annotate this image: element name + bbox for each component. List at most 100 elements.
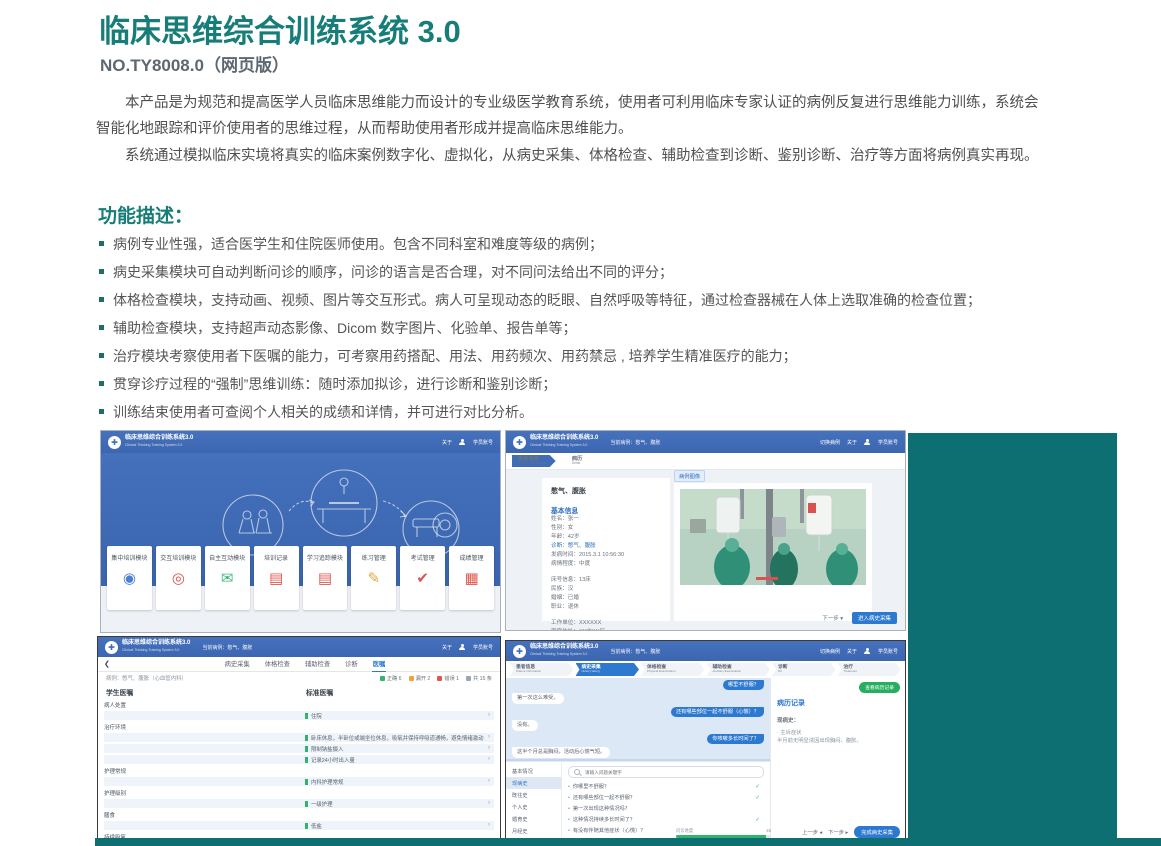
question-text: 第一次出现这种情况吗？ [573, 805, 630, 812]
app-brand-en: Clinical Thinking Training System 3.0 [122, 648, 179, 652]
question-text: 你哪里不舒服？ [573, 783, 609, 790]
case-step-chip[interactable]: 患者信息 Patient Information [512, 455, 556, 467]
next-step-link[interactable]: 下一步 ▾ [822, 614, 843, 622]
about-link[interactable]: 关于 [847, 439, 857, 446]
about-link[interactable]: 关于 [442, 644, 452, 651]
chat-bubble[interactable]: 这半个月总是胸闷，活动后心慌气短。 [512, 747, 610, 758]
chevron-right-icon[interactable]: › [488, 734, 490, 741]
dashboard-module-card[interactable]: 成绩管理 ▦ [449, 546, 494, 610]
order-item-bar[interactable]: 低盐 › [104, 821, 494, 830]
order-item-bar[interactable]: 限制钠盐摄入 › [104, 744, 494, 753]
user-link[interactable]: 学员账号 [878, 648, 898, 655]
order-item-text: 低盐 [311, 822, 322, 830]
exam-step-chip[interactable]: 患者信息 Patient Information [510, 663, 574, 676]
order-group-label: 护理常规 [104, 767, 494, 775]
prev-step-link[interactable]: 上一步 ◂ [802, 828, 822, 836]
question-item[interactable]: • 这种情况持续多长时间了？ ✓ [568, 814, 764, 825]
module-card-label: 集中培训模块 [111, 553, 147, 562]
question-category[interactable]: 月经史 [506, 825, 561, 837]
feature-item: 辅助检查模块，支持超声动态影像、Dicom 数字图片、化验单、报告单等； [99, 318, 1049, 338]
start-history-button[interactable]: 进入病史采集 [852, 612, 897, 624]
chevron-right-icon[interactable]: › [488, 822, 490, 829]
search-icon [574, 769, 580, 775]
result-info-row: 病例：憋气、腹胀（心血管内科） 正确 6 漏开 2 错误 [106, 674, 492, 682]
question-item[interactable]: • 你哪里不舒服？ ✓ [568, 781, 764, 792]
dashboard-module-card[interactable]: 培训记录 ▤ [254, 546, 299, 610]
result-tab[interactable]: 诊断 [344, 656, 359, 672]
teal-sidebar-block [908, 433, 1117, 846]
exam-step-chip[interactable]: 治疗 Treatment [838, 663, 902, 676]
question-category[interactable]: 婚育史 [506, 813, 561, 825]
chat-bubble[interactable]: 哪里不舒服？ [723, 680, 764, 691]
dashboard-module-card[interactable]: 交互培训模块 ◎ [156, 546, 201, 610]
exam-step-chip[interactable]: 病史采集 History taking [576, 663, 640, 676]
search-input[interactable] [583, 769, 758, 776]
order-item-bar[interactable]: 住院 › [104, 711, 494, 720]
chevron-right-icon[interactable]: › [488, 756, 490, 763]
case-step-chip[interactable]: 病历 Detail [566, 455, 593, 467]
switch-case-link[interactable]: 切换病例 [820, 648, 840, 655]
question-category[interactable]: 个人史 [506, 801, 561, 813]
chevron-right-icon[interactable]: › [488, 778, 490, 785]
order-item-bar[interactable]: 卧床休息，半卧位或端坐位休息，吸氧并保持呼吸道通畅，避免情绪激动 › [104, 733, 494, 742]
app-brand-en: Clinical Thinking Training System 3.0 [125, 443, 182, 447]
case-title: 憋气、腹胀 [551, 486, 661, 496]
result-tab[interactable]: 体格检查 [264, 656, 291, 672]
app-brand: 临床思维综合训练系统3.0 Clinical Thinking Training… [530, 644, 598, 658]
about-link[interactable]: 关于 [847, 648, 857, 655]
user-link[interactable]: 学员账号 [473, 644, 493, 651]
dashboard-module-card[interactable]: 自主互动模块 ✉ [205, 546, 250, 610]
order-item-bar[interactable]: 记录24小时出入量 › [104, 755, 494, 764]
correct-marker [305, 713, 308, 719]
chevron-right-icon[interactable]: › [488, 745, 490, 752]
basic-info-heading: 基本信息 [551, 505, 661, 515]
asked-check-icon: ✓ [755, 795, 760, 801]
dashboard-module-card[interactable]: 学习追踪模块 ▤ [303, 546, 348, 610]
dashboard-module-card[interactable]: 集中培训模块 ◉ [107, 546, 152, 610]
dashboard-module-card[interactable]: 练习管理 ✎ [351, 546, 396, 610]
exam-step-chip[interactable]: 体格检查 Physical Examination [641, 663, 705, 676]
exam-step-chip[interactable]: 诊断 DX [772, 663, 836, 676]
user-link[interactable]: 学员账号 [878, 439, 898, 446]
chat-bubble[interactable]: 没有。 [512, 720, 538, 731]
chevron-right-icon[interactable]: › [488, 800, 490, 807]
question-text: 还有哪些部位一起不舒服？ [573, 794, 635, 801]
dashboard-module-card[interactable]: 考试管理 ✔ [400, 546, 445, 610]
order-row: 限制钠盐摄入 › [104, 744, 494, 753]
legend-color-swatch [380, 676, 385, 681]
user-link[interactable]: 学员账号 [473, 439, 493, 446]
next-step-link[interactable]: 下一步 ▸ [828, 828, 848, 836]
question-item[interactable]: • 还有哪些部位一起不舒服？ ✓ [568, 792, 764, 803]
question-category[interactable]: 现病史 [506, 777, 561, 789]
back-icon[interactable]: ❮ [104, 660, 110, 668]
chat-bubble[interactable]: 第一次这么难受。 [512, 693, 564, 704]
about-link[interactable]: 关于 [442, 439, 452, 446]
legend-item: 漏开 2 [409, 675, 431, 682]
diagnosis-link[interactable]: 诊断：憋气、腹胀 [551, 542, 661, 551]
page-title: 临床思维综合训练系统 3.0 [99, 6, 461, 51]
chat-bubble[interactable]: 你咳嗽多长时间了？ [707, 734, 764, 745]
finish-history-button[interactable]: 完成病史采集 [854, 826, 900, 838]
order-item-bar[interactable]: 内科护理常规 › [104, 777, 494, 786]
app-logo-icon: ✚ [513, 436, 526, 449]
order-item-bar[interactable]: 一级护理 › [104, 799, 494, 808]
result-tab[interactable]: 辅助检查 [304, 656, 331, 672]
document-page: 临床思维综合训练系统 3.0 NO.TY8008.0（网页版） 本产品是为规范和… [0, 0, 1161, 846]
question-category[interactable]: 基本情况 [506, 765, 561, 777]
correct-marker [305, 757, 308, 763]
chat-bubble[interactable]: 还有哪些部位一起不舒服（心慌）？ [671, 707, 764, 718]
result-tab[interactable]: 病史采集 [224, 656, 251, 672]
question-category[interactable]: 既往史 [506, 789, 561, 801]
question-text: 有没有伴随其他症状（心慌）？ [573, 827, 646, 834]
module-card-icon: ▤ [318, 571, 332, 586]
legend-color-swatch [437, 676, 442, 681]
chevron-right-icon[interactable]: › [488, 712, 490, 719]
exam-step-chip[interactable]: 辅助检查 Auxiliary Examination [707, 663, 771, 676]
question-item[interactable]: • 第一次出现这种情况吗？ [568, 803, 764, 814]
feature-item: 贯穿诊疗过程的“强制”思维训练：随时添加拟诊，进行诊断和鉴别诊断； [99, 374, 1049, 394]
view-record-button[interactable]: 查看病历记录 [859, 682, 900, 693]
question-search-box[interactable] [568, 766, 764, 778]
result-tab[interactable]: 医嘱 [372, 656, 387, 672]
order-group-label: 治疗环境 [104, 723, 494, 731]
switch-case-link[interactable]: 切换病例 [820, 439, 840, 446]
